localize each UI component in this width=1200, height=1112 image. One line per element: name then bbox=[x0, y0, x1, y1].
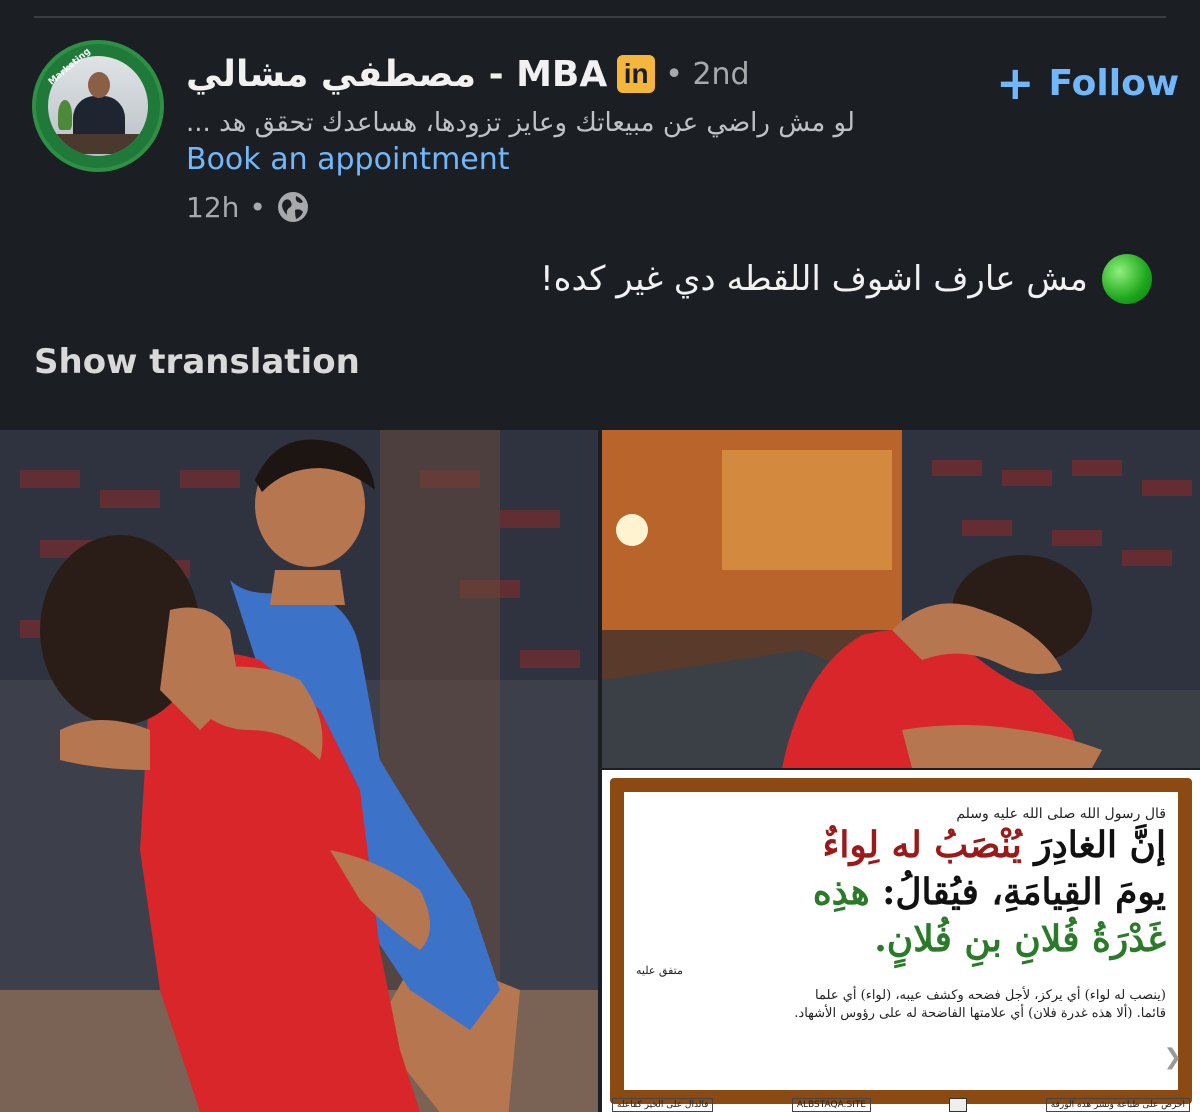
follow-button[interactable]: + Follow bbox=[996, 60, 1179, 106]
hadith-line-3: غَدْرَةُ فُلانِ بنِ فُلانٍ. bbox=[874, 917, 1166, 960]
wrestling-scene-left bbox=[0, 430, 598, 1112]
hadith-line-2: يومَ القِيامَةِ، فيُقالُ: هذِه bbox=[636, 869, 1166, 916]
hadith-line-2a: يومَ القِيامَةِ، فيُقالُ: bbox=[882, 870, 1166, 913]
hadith-note: (ينصب له لواء) أي يركز، لأجل فضحه وكشف ع… bbox=[636, 987, 1166, 1022]
author-name-row: مصطفي مشالي - MBA in • 2nd bbox=[186, 50, 750, 98]
post-body: مش عارف اشوف اللقطه دي غير كده! bbox=[540, 259, 1088, 299]
play-icon[interactable]: ❯ bbox=[1164, 1045, 1182, 1070]
plus-icon: + bbox=[996, 56, 1035, 110]
printer-icon bbox=[949, 1098, 968, 1112]
meta-separator: • bbox=[249, 190, 266, 224]
hadith-line-1a: إنَّ الغادِرَ bbox=[1034, 824, 1166, 866]
avatar-person-head bbox=[88, 72, 110, 98]
hadith-content: قال رسول الله صلى الله عليه وسلم إنَّ ال… bbox=[636, 802, 1166, 1080]
top-divider bbox=[34, 0, 1166, 18]
book-appointment-link[interactable]: Book an appointment bbox=[186, 142, 510, 177]
author-headline: ... لو مش راضي عن مبيعاتك وعايز تزودها، … bbox=[186, 108, 855, 138]
linkedin-premium-icon: in bbox=[617, 55, 656, 93]
wrestling-photo-right[interactable] bbox=[602, 430, 1200, 768]
post-media[interactable]: قال رسول الله صلى الله عليه وسلم إنَّ ال… bbox=[0, 430, 1200, 1112]
footer-right-text: فالدال على الخير كفاعله bbox=[612, 1098, 714, 1112]
hadith-intro: قال رسول الله صلى الله عليه وسلم bbox=[956, 806, 1166, 822]
show-translation-link[interactable]: Show translation bbox=[34, 342, 360, 382]
author-avatar[interactable]: Marketing bbox=[32, 40, 164, 172]
hadith-frame: قال رسول الله صلى الله عليه وسلم إنَّ ال… bbox=[610, 778, 1192, 1104]
hadith-card[interactable]: قال رسول الله صلى الله عليه وسلم إنَّ ال… bbox=[602, 770, 1200, 1112]
hadith-footer: فالدال على الخير كفاعله ALBSTAQA.SITE اح… bbox=[612, 1098, 1190, 1112]
wrestling-photo-left[interactable] bbox=[0, 430, 598, 1112]
hadith-note-line-1: (ينصب له لواء) أي يركز، لأجل فضحه وكشف ع… bbox=[815, 988, 1166, 1004]
follow-label: Follow bbox=[1048, 62, 1180, 104]
post-time: 12h bbox=[186, 190, 240, 224]
footer-site: ALBSTAQA.SITE bbox=[791, 1098, 872, 1112]
hadith-line-2b: هذِه bbox=[812, 870, 870, 913]
footer-left-text: احرص على طباعة ونشر هذه الورقة bbox=[1045, 1098, 1190, 1112]
connection-degree: • 2nd bbox=[665, 56, 750, 92]
hadith-line-1b: يُنْصَبُ له لِواءٌ bbox=[822, 824, 1022, 866]
hadith-source: متفق عليه bbox=[636, 964, 683, 978]
hadith-note-line-2: قائما. (ألا هذه غدرة فلان) أي علامتها ال… bbox=[794, 1005, 1166, 1021]
post-meta: 12h • bbox=[186, 190, 310, 224]
globe-icon bbox=[277, 192, 308, 222]
post-text: مش عارف اشوف اللقطه دي غير كده! bbox=[540, 254, 1166, 304]
avatar-plant bbox=[58, 100, 72, 130]
hadith-line-1: إنَّ الغادِرَ يُنْصَبُ له لِواءٌ bbox=[636, 822, 1166, 869]
avatar-desk bbox=[54, 134, 142, 154]
green-circle-icon bbox=[1101, 254, 1152, 304]
author-name[interactable]: مصطفي مشالي - MBA bbox=[186, 54, 607, 95]
wrestling-scene-right bbox=[602, 430, 1200, 768]
